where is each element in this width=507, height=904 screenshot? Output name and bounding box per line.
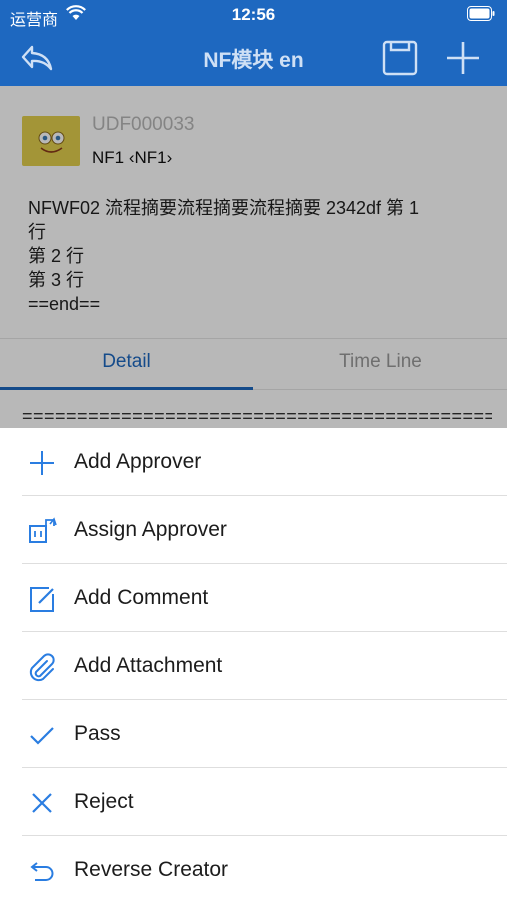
action-pass[interactable]: Pass [0, 700, 507, 768]
action-label: Reverse Creator [74, 858, 229, 881]
save-icon[interactable] [380, 38, 420, 78]
action-reject[interactable]: Reject [0, 768, 507, 836]
page-title: NF模块 en [203, 49, 304, 72]
action-label: Reject [74, 790, 134, 813]
action-add-attachment[interactable]: Add Attachment [0, 632, 507, 700]
modal-overlay[interactable] [0, 86, 507, 428]
action-add-comment[interactable]: Add Comment [0, 564, 507, 632]
return-icon [30, 862, 54, 881]
action-sheet: Add Approver Assign Approver Add Comment… [0, 428, 507, 900]
status-time: 12:56 [231, 5, 276, 24]
edit-icon [30, 587, 54, 612]
nav-bar: NF模块 en [0, 30, 507, 86]
battery-icon [467, 6, 495, 21]
status-bar: 运营商 12:56 [0, 0, 507, 30]
action-assign-approver[interactable]: Assign Approver [0, 496, 507, 564]
assign-icon [29, 517, 57, 543]
check-icon [30, 727, 54, 745]
action-reverse-creator[interactable]: Reverse Creator [0, 836, 507, 904]
paperclip-icon [29, 653, 55, 682]
action-label: Add Comment [74, 586, 209, 609]
close-icon [32, 793, 52, 813]
action-add-approver[interactable]: Add Approver [0, 428, 507, 496]
action-label: Add Approver [74, 450, 202, 473]
plus-icon [30, 451, 54, 475]
action-label: Assign Approver [74, 518, 227, 541]
top-bar: 运营商 12:56 NF模块 en [0, 0, 507, 86]
action-label: Pass [74, 722, 121, 745]
add-icon[interactable] [443, 38, 483, 78]
action-label: Add Attachment [74, 654, 223, 677]
